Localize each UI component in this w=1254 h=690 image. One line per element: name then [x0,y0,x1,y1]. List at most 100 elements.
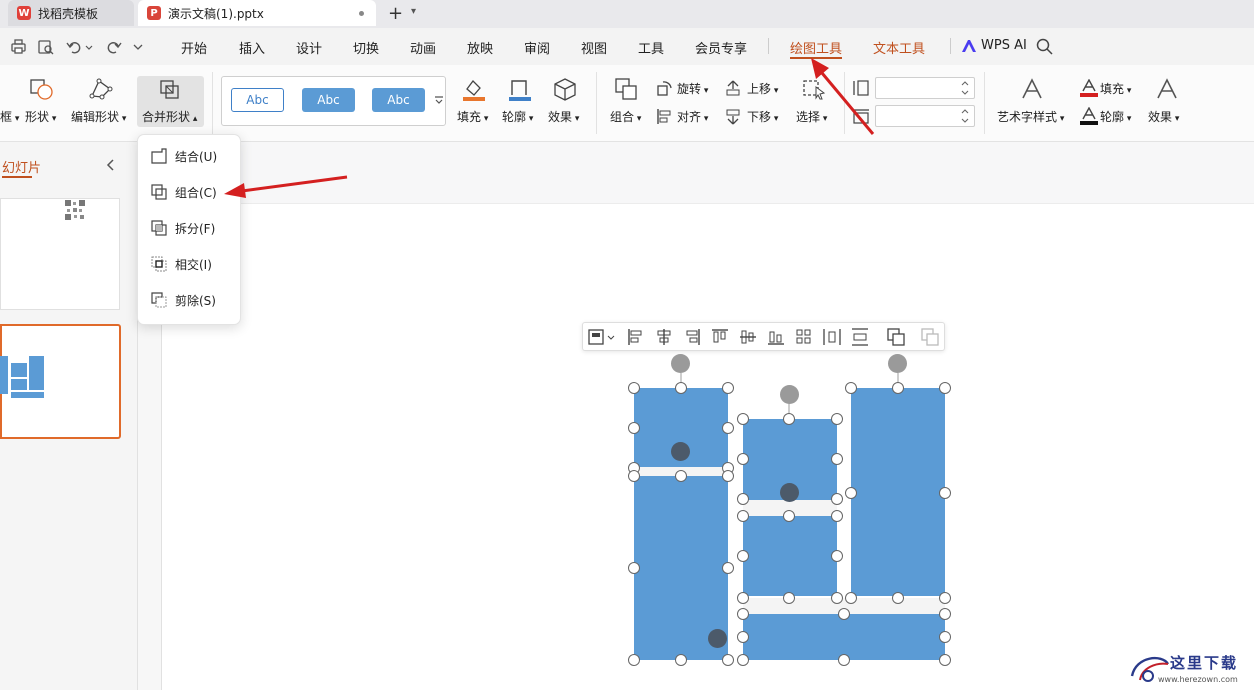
ribbon-separator [596,72,597,134]
art-text-style-button[interactable]: 艺术字样式 ▾ [997,108,1064,125]
fill-bucket-icon [463,80,485,101]
merge-union-item[interactable]: 结合(U) [151,145,217,167]
spinner-arrows-icon[interactable] [961,108,969,124]
menu-item-design[interactable]: 设计 [296,38,322,57]
menu-item-animation[interactable]: 动画 [410,38,436,57]
rotate-icon [657,81,672,96]
tab-template-store-label: 找稻壳模板 [38,6,99,21]
annotation-arrow-to-drawing-tools [811,58,875,135]
shape-icon [30,79,53,100]
ribbon-separator [984,72,985,134]
chevron-down-icon: ▾ [634,114,642,124]
chevron-up-icon: ▴ [190,114,198,124]
send-backward-icon [726,109,740,125]
slide-2-shapes-preview [0,354,44,398]
menu-item-view[interactable]: 视图 [581,38,607,57]
chevron-down-icon: ▾ [119,114,127,124]
rotate-handle-icon[interactable] [780,385,799,404]
menu-item-text-tools[interactable]: 文本工具 [873,38,925,57]
align-button[interactable]: 对齐 ▾ [677,108,708,125]
chevron-down-icon: ▾ [49,114,57,124]
rotate-handle-icon[interactable] [671,354,690,373]
menu-item-member[interactable]: 会员专享 [695,38,747,57]
shape-width-input[interactable] [875,105,975,127]
edit-shape-button[interactable]: 编辑形状 ▾ [71,108,126,125]
rotate-button[interactable]: 旋转 ▾ [677,80,708,97]
fragment-icon [151,220,167,236]
tab-template-store[interactable]: W 找稻壳模板 [8,0,134,26]
distribute-vertical-icon[interactable] [850,327,870,347]
gallery-expand-icon[interactable] [435,96,443,104]
wps-ai-button[interactable]: WPS AI [981,38,1027,53]
edit-shape-icon [89,78,113,100]
watermark-text: 这里下载 [1170,654,1239,672]
group-objects-icon[interactable] [886,327,906,347]
collapse-panel-chevron-icon[interactable] [105,158,115,172]
effect-cube-icon [554,78,576,101]
align-right-icon[interactable] [682,327,702,347]
outline-icon [509,80,531,101]
align-bottom-icon[interactable] [766,327,786,347]
ribbon-fragment-label[interactable]: 框 ▾ [0,108,19,125]
tab-presentation-file[interactable]: P 演示文稿(1).pptx [138,0,376,26]
shape-button[interactable]: 形状 ▾ [25,108,56,125]
shape-height-input[interactable] [875,77,975,99]
chevron-down-icon: ▾ [771,86,779,96]
menu-item-insert[interactable]: 插入 [239,38,265,57]
align-left-icon[interactable] [626,327,646,347]
undo-dropdown-icon [85,45,93,50]
merge-subtract-item[interactable]: 剪除(S) [151,289,216,311]
intersect-icon [151,256,167,272]
group-icon [615,78,637,100]
rotate-handle-icon[interactable] [888,354,907,373]
group-button[interactable]: 组合 ▾ [610,108,641,125]
text-effect-button[interactable]: 效果 ▾ [1148,108,1179,125]
slide-thumbnail-1[interactable] [0,198,120,310]
slides-panel-title[interactable]: 幻灯片 [2,157,41,176]
text-fill-button[interactable]: 填充 ▾ [1100,80,1131,97]
ungroup-objects-icon [921,328,939,346]
chevron-down-icon: ▾ [701,86,709,96]
distribute-horizontal-icon[interactable] [822,327,842,347]
chevron-down-icon: ▾ [526,114,534,124]
rotate-handle-icon[interactable] [780,483,799,502]
chevron-down-icon[interactable]: ▾ [411,6,416,17]
distribute-grid-icon[interactable] [794,327,814,347]
menu-item-tools[interactable]: 工具 [638,38,664,57]
menu-item-review[interactable]: 审阅 [524,38,550,57]
rotate-handle-icon[interactable] [671,442,690,461]
align-center-icon[interactable] [654,327,674,347]
search-icon[interactable] [1036,38,1053,55]
spinner-arrows-icon[interactable] [961,80,969,96]
shape-style-filled[interactable]: Abc [302,88,355,112]
active-tab-underline [2,176,32,178]
text-effect-icon [1157,78,1177,99]
rotate-handle-icon[interactable] [708,629,727,648]
align-top-icon[interactable] [710,327,730,347]
shape-fill-button[interactable]: 填充 ▾ [457,108,488,125]
shape-effect-button[interactable]: 效果 ▾ [548,108,579,125]
menu-item-home[interactable]: 开始 [181,38,207,57]
shape-style-outline[interactable]: Abc [231,88,284,112]
presentation-file-icon: P [147,6,161,20]
new-tab-plus-icon[interactable]: + [388,3,403,24]
menu-item-slideshow[interactable]: 放映 [467,38,493,57]
shape-style-filled-2[interactable]: Abc [372,88,425,112]
merge-intersect-item[interactable]: 相交(I) [151,253,212,275]
layout-options-icon[interactable] [588,327,616,347]
send-backward-button[interactable]: 下移 ▾ [747,108,778,125]
chevron-down-icon: ▾ [481,114,489,124]
print-icon [11,39,26,54]
menu-separator [950,38,951,54]
shape-outline-button[interactable]: 轮廓 ▾ [502,108,533,125]
bring-forward-button[interactable]: 上移 ▾ [747,80,778,97]
merge-shape-icon [160,80,179,99]
union-icon [151,148,167,164]
merge-combine-item[interactable]: 组合(C) [151,181,217,203]
text-outline-button[interactable]: 轮廓 ▾ [1100,108,1131,125]
align-middle-icon[interactable] [738,327,758,347]
ribbon-separator [212,72,213,134]
merge-fragment-item[interactable]: 拆分(F) [151,217,215,239]
menu-item-transition[interactable]: 切换 [353,38,379,57]
wps-ai-icon [962,40,976,52]
